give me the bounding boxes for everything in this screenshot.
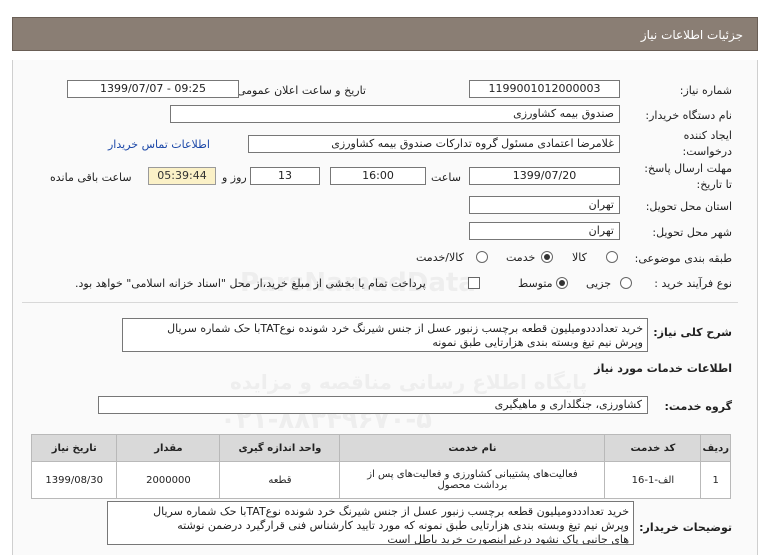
- category-goods-label: کالا: [572, 251, 587, 264]
- treasury-checkbox[interactable]: [468, 277, 480, 289]
- process-radio-minor[interactable]: [620, 277, 632, 289]
- category-label: طبقه بندی موضوعی:: [634, 252, 732, 265]
- need-number-label: شماره نیاز:: [679, 84, 732, 97]
- deadline-time-label: ساعت: [431, 171, 461, 184]
- cell-code: الف-1-16: [604, 461, 702, 499]
- summary-line-1: خرید تعدادددومیلیون قطعه برچسب زنبور عسل…: [167, 322, 643, 335]
- description-line-3: های جانبی پاک نشود درغیراینصورت خرید باط…: [387, 533, 629, 545]
- category-radio-service[interactable]: [541, 251, 553, 263]
- city-field: تهران: [469, 222, 620, 240]
- deadline-time-field: 16:00: [330, 167, 426, 185]
- category-goods-service-label: کالا/خدمت: [416, 251, 464, 264]
- col-code: کد خدمت: [604, 434, 702, 462]
- page-title: جزئیات اطلاعات نیاز: [640, 28, 743, 42]
- summary-line-2: وپرش نیم تیغ وبسته بندی هزارتایی طبق نمو…: [432, 336, 643, 349]
- cell-name-line-2: برداشت محصول: [437, 480, 508, 491]
- remaining-time-field: 05:39:44: [148, 167, 216, 185]
- buyer-contact-link[interactable]: اطلاعات تماس خریدار: [108, 138, 210, 151]
- creator-label-1: ایجاد کننده: [683, 129, 732, 142]
- table-header-row: ردیف کد خدمت نام خدمت واحد اندازه گیری م…: [30, 434, 731, 462]
- category-service-label: خدمت: [506, 251, 536, 264]
- announce-field: 1399/07/07 - 09:25: [67, 80, 239, 98]
- description-line-2: وپرش نیم تیغ وبسته بندی هزارتایی طبق نمو…: [177, 519, 629, 532]
- creator-label-2: درخواست:: [682, 145, 732, 158]
- cell-unit: قطعه: [219, 461, 341, 499]
- buyer-label: نام دستگاه خریدار:: [645, 109, 732, 122]
- col-date: تاریخ نیاز: [30, 434, 118, 462]
- category-radio-goods[interactable]: [606, 251, 618, 263]
- cell-date: 1399/08/30: [30, 461, 118, 499]
- deadline-label-2: تا تاریخ:: [696, 178, 732, 191]
- service-group-label: گروه خدمت:: [664, 400, 732, 413]
- page-header: جزئیات اطلاعات نیاز: [12, 17, 758, 51]
- service-group-field: کشاورزی، جنگلداری و ماهیگیری: [98, 396, 648, 414]
- deadline-date-field: 1399/07/20: [469, 167, 620, 185]
- deadline-label-1: مهلت ارسال پاسخ:: [644, 162, 732, 175]
- need-number-field: 1199001012000003: [469, 80, 620, 98]
- buyer-field: صندوق بیمه کشاورزی: [170, 105, 620, 123]
- process-label: نوع فرآیند خرید :: [654, 277, 732, 290]
- table-row: 1 الف-1-16 فعالیت‌های پشتیبانی کشاورزی و…: [30, 461, 731, 499]
- treasury-note: پرداخت تمام یا بخشی از مبلغ خرید،از محل …: [75, 277, 426, 290]
- remaining-label: ساعت باقی مانده: [50, 171, 132, 184]
- divider: [22, 302, 738, 303]
- process-radio-medium[interactable]: [556, 277, 568, 289]
- summary-text: خرید تعدادددومیلیون قطعه برچسب زنبور عسل…: [122, 318, 648, 352]
- description-label: توضیحات خریدار:: [639, 521, 732, 534]
- cell-name-line-1: فعالیت‌های پشتیبانی کشاورزی و فعالیت‌های…: [367, 469, 578, 480]
- province-label: استان محل تحویل:: [645, 200, 732, 213]
- description-text: خرید تعدادددومیلیون قطعه برچسب زنبور عسل…: [107, 501, 634, 545]
- province-field: تهران: [469, 196, 620, 214]
- col-unit: واحد اندازه گیری: [219, 434, 341, 462]
- col-name: نام خدمت: [339, 434, 606, 462]
- cell-qty: 2000000: [116, 461, 221, 499]
- city-label: شهر محل تحویل:: [652, 226, 732, 239]
- cell-index: 1: [700, 461, 731, 499]
- process-minor-label: جزیی: [586, 277, 612, 290]
- summary-label: شرح کلی نیاز:: [653, 326, 732, 339]
- announce-label: تاریخ و ساعت اعلان عمومی:: [233, 84, 366, 97]
- services-section-title: اطلاعات خدمات مورد نیاز: [594, 362, 732, 375]
- col-qty: مقدار: [116, 434, 221, 462]
- creator-field: غلامرضا اعتمادی مسئول گروه تدارکات صندوق…: [248, 135, 620, 153]
- description-line-1: خرید تعدادددومیلیون قطعه برچسب زنبور عسل…: [153, 505, 629, 518]
- days-label: روز و: [222, 171, 247, 184]
- days-field: 13: [250, 167, 320, 185]
- category-radio-goods-service[interactable]: [476, 251, 488, 263]
- process-medium-label: متوسط: [518, 277, 553, 290]
- services-table: ردیف کد خدمت نام خدمت واحد اندازه گیری م…: [30, 434, 731, 499]
- col-index: ردیف: [700, 434, 731, 462]
- cell-name: فعالیت‌های پشتیبانی کشاورزی و فعالیت‌های…: [339, 461, 606, 499]
